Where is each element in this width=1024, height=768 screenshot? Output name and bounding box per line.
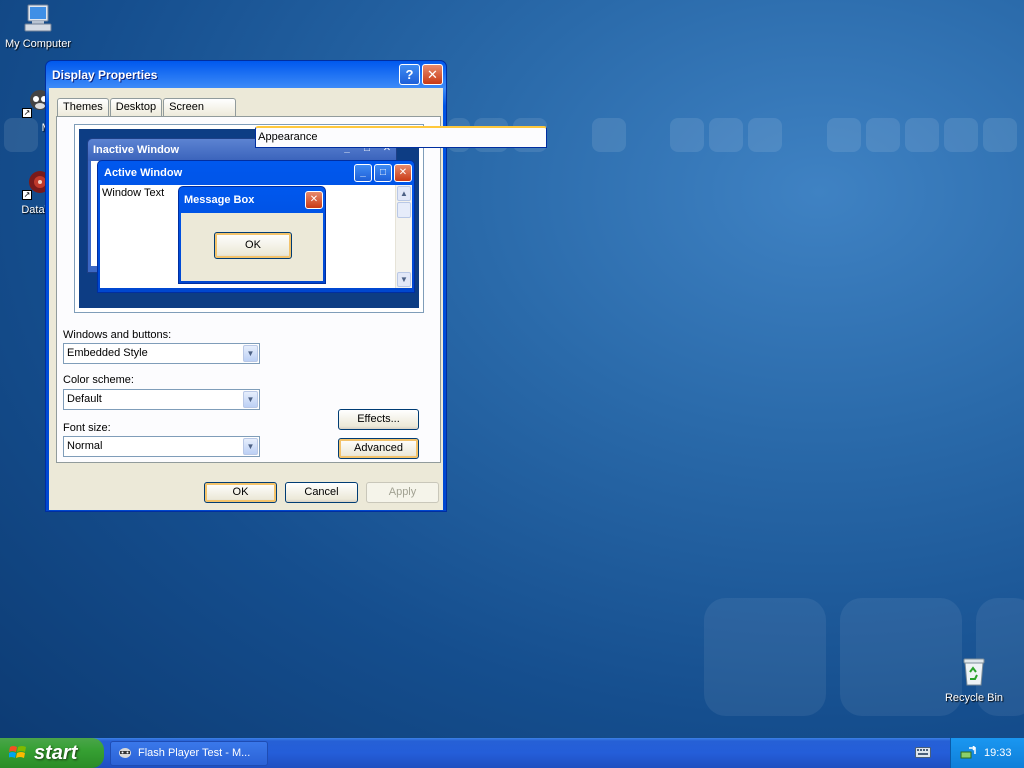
font-size-select[interactable]: Normal ▼ xyxy=(63,436,260,457)
start-label: start xyxy=(34,742,78,764)
tab-strip: Themes Desktop Screen Saver Appearance xyxy=(57,95,547,148)
preview-window-text: Window Text xyxy=(102,187,165,199)
tab-themes[interactable]: Themes xyxy=(57,98,109,117)
ok-label: OK xyxy=(232,486,249,498)
chevron-down-icon[interactable]: ▼ xyxy=(243,345,258,362)
preview-desktop: Inactive Window _ □ ✕ Active Window _ □ xyxy=(79,129,419,308)
desktop-icon-label: Recycle Bin xyxy=(944,692,1004,704)
clock[interactable]: 19:33 xyxy=(984,738,1012,768)
effects-button[interactable]: Effects... xyxy=(338,409,419,430)
computer-icon xyxy=(22,2,54,34)
close-icon: ✕ xyxy=(394,164,412,182)
start-button[interactable]: start xyxy=(0,738,104,768)
advanced-label: Advanced xyxy=(354,442,403,454)
preview-ok-label: OK xyxy=(245,239,261,251)
shortcut-arrow-icon: ↗ xyxy=(22,108,32,118)
scroll-thumb xyxy=(397,202,411,218)
desktop-icon-label: My Computer xyxy=(4,38,72,50)
font-size-value: Normal xyxy=(67,440,103,452)
appearance-panel: Inactive Window _ □ ✕ Active Window _ □ xyxy=(56,116,441,463)
preview-active-title: Active Window xyxy=(104,167,183,179)
close-button[interactable]: ✕ xyxy=(422,64,443,85)
help-icon: ? xyxy=(405,67,414,82)
windows-buttons-value: Embedded Style xyxy=(67,347,148,359)
preview-ok-button: OK xyxy=(214,232,292,259)
help-button[interactable]: ? xyxy=(399,64,420,85)
cancel-button[interactable]: Cancel xyxy=(285,482,358,503)
preview-scrollbar: ▲ ▼ xyxy=(395,185,412,288)
display-properties-window: Display Properties ? ✕ Themes Desktop Sc… xyxy=(45,60,547,512)
appearance-preview: Inactive Window _ □ ✕ Active Window _ □ xyxy=(74,124,424,313)
recycle-bin-icon xyxy=(958,656,990,688)
taskbar-item-label: Flash Player Test - M... xyxy=(138,747,251,759)
windows-logo-icon xyxy=(9,746,26,758)
effects-label: Effects... xyxy=(357,413,400,425)
advanced-button[interactable]: Advanced xyxy=(338,438,419,459)
preview-message-title: Message Box xyxy=(184,194,255,206)
taskbar: start Flash Player Test - M... 19:33 xyxy=(0,738,1024,768)
close-icon: ✕ xyxy=(305,191,323,209)
tab-screen-saver[interactable]: Screen Saver xyxy=(163,98,237,130)
shortcut-arrow-icon: ↗ xyxy=(22,190,32,200)
font-size-label: Font size: xyxy=(63,422,111,434)
window-client: Themes Desktop Screen Saver Appearance I… xyxy=(49,88,547,510)
maximize-icon: □ xyxy=(374,164,392,182)
ok-button[interactable]: OK xyxy=(204,482,277,503)
chevron-down-icon[interactable]: ▼ xyxy=(243,438,258,455)
preview-message-box: Message Box ✕ OK xyxy=(178,186,326,284)
keyboard-icon[interactable] xyxy=(915,746,931,758)
tab-appearance[interactable]: Appearance xyxy=(255,126,547,148)
desktop-icon-recycle-bin[interactable]: Recycle Bin xyxy=(936,656,1012,704)
color-scheme-select[interactable]: Default ▼ xyxy=(63,389,260,410)
windows-buttons-select[interactable]: Embedded Style ▼ xyxy=(63,343,260,364)
tab-desktop[interactable]: Desktop xyxy=(109,98,163,117)
taskbar-item-flash-player-test[interactable]: Flash Player Test - M... xyxy=(110,741,268,766)
safely-remove-hardware-icon[interactable] xyxy=(960,746,976,760)
chevron-down-icon[interactable]: ▼ xyxy=(243,391,258,408)
close-icon: ✕ xyxy=(427,67,438,82)
desktop-icon-my-computer[interactable]: My Computer xyxy=(0,2,76,50)
window-titlebar[interactable]: Display Properties ? ✕ xyxy=(49,61,443,88)
scroll-up-icon: ▲ xyxy=(397,186,411,201)
system-tray: 19:33 xyxy=(950,738,1024,768)
windows-buttons-label: Windows and buttons: xyxy=(63,329,172,341)
color-scheme-label: Color scheme: xyxy=(63,374,134,386)
scroll-down-icon: ▼ xyxy=(397,272,411,287)
apply-label: Apply xyxy=(388,486,417,498)
minimize-icon: _ xyxy=(354,164,372,182)
apply-button[interactable]: Apply xyxy=(366,482,439,503)
window-title: Display Properties xyxy=(52,67,158,82)
cancel-label: Cancel xyxy=(304,486,339,498)
raccoon-app-icon xyxy=(119,748,131,758)
color-scheme-value: Default xyxy=(67,393,102,405)
